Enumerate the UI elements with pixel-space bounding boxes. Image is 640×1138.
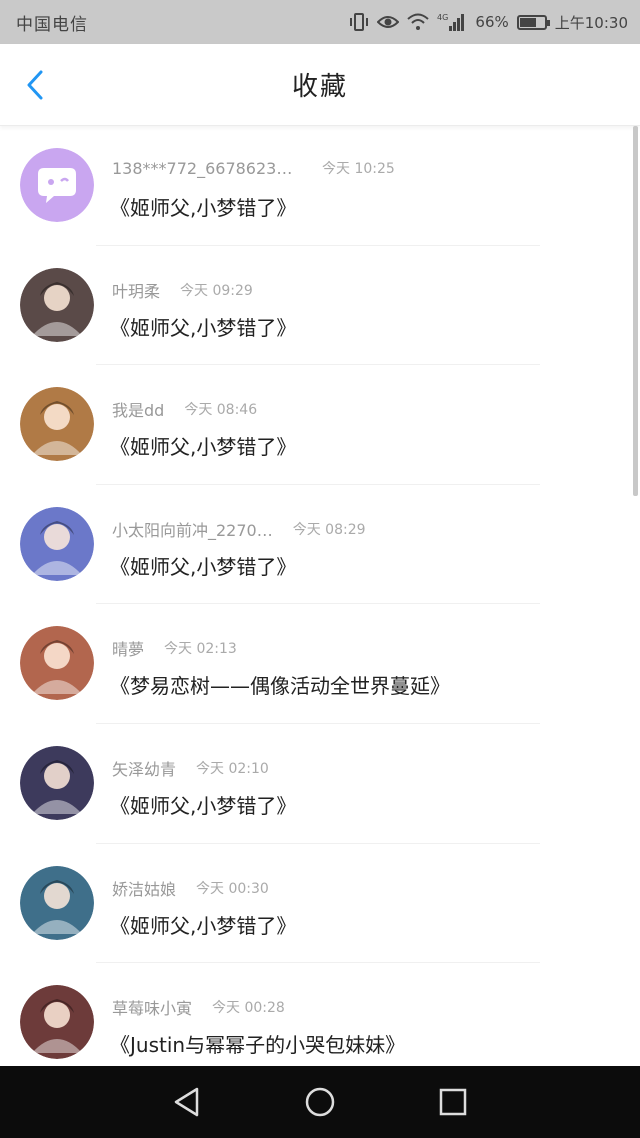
- signal-icon: 4G: [437, 12, 467, 32]
- item-meta: 我是dd 今天 08:46: [112, 397, 257, 421]
- battery-fill: [519, 17, 536, 27]
- eye-icon: [377, 14, 400, 30]
- anime-girl-purple-avatar[interactable]: [20, 506, 94, 581]
- scrollbar[interactable]: [633, 126, 638, 496]
- circle-home-icon: [305, 1087, 335, 1117]
- item-time: 今天 00:30: [196, 880, 269, 897]
- list-item[interactable]: 晴夢 今天 02:13 《梦易恋树——偶像活动全世界蔓延》: [0, 604, 640, 724]
- system-recents-button[interactable]: [433, 1082, 473, 1122]
- item-title: 《姬师父,小梦错了》: [110, 793, 297, 818]
- network-type-label: 4G: [437, 13, 448, 22]
- item-username: 小太阳向前冲_2270…: [112, 520, 273, 540]
- vibrate-icon: [349, 13, 369, 31]
- item-title: 《姬师父,小梦错了》: [110, 554, 297, 579]
- item-username: 草莓味小寅: [112, 999, 193, 1019]
- illustration-avatar[interactable]: [20, 626, 94, 701]
- list-item[interactable]: 矢泽幼青 今天 02:10 《姬师父,小梦错了》: [0, 724, 640, 844]
- item-username: 娇洁姑娘: [112, 879, 177, 899]
- girl-blue-avatar[interactable]: [20, 865, 94, 940]
- item-time: 今天 02:10: [196, 760, 269, 777]
- back-button[interactable]: [20, 70, 50, 100]
- item-time: 今天 10:25: [322, 161, 395, 177]
- item-title: 《姬师父,小梦错了》: [110, 913, 297, 938]
- item-time: 今天 02:13: [164, 641, 237, 658]
- favorites-list: 138***772_6678623762 今天 10:25 《姬师父,小梦错了》…: [0, 126, 640, 1066]
- item-meta: 小太阳向前冲_2270… 今天 08:29: [112, 517, 366, 541]
- item-title: 《Justin与幂幂子的小哭包妹妹》: [110, 1033, 406, 1058]
- list-item[interactable]: 叶玥柔 今天 09:29 《姬师父,小梦错了》: [0, 246, 640, 366]
- puppy-avatar[interactable]: [20, 387, 94, 462]
- clock: 上午10:30: [554, 13, 628, 32]
- triangle-back-icon: [174, 1087, 198, 1117]
- battery-percent: 66%: [475, 13, 509, 31]
- item-username: 138***772_6678623762: [112, 158, 302, 178]
- item-username: 叶玥柔: [112, 281, 161, 301]
- item-time: 今天 08:46: [184, 402, 258, 419]
- anime-girl-avatar[interactable]: [20, 267, 94, 342]
- item-meta: 138***772_6678623762 今天 10:25: [112, 158, 395, 178]
- item-title: 《姬师父,小梦错了》: [110, 196, 297, 220]
- list-item[interactable]: 草莓味小寅 今天 00:28 《Justin与幂幂子的小哭包妹妹》: [0, 963, 640, 1066]
- system-nav-bar: [0, 1066, 640, 1138]
- item-meta: 娇洁姑娘 今天 00:30: [112, 876, 269, 900]
- item-meta: 叶玥柔 今天 09:29: [112, 278, 253, 302]
- page-title: 收藏: [291, 72, 348, 102]
- wifi-icon: [407, 13, 430, 31]
- status-bar: 中国电信 4G 66% 上午10:30: [0, 0, 640, 44]
- item-meta: 草莓味小寅 今天 00:28: [112, 995, 285, 1019]
- boy-photo-avatar[interactable]: [20, 745, 94, 820]
- item-title: 《姬师父,小梦错了》: [110, 315, 297, 340]
- carrier-label: 中国电信: [16, 14, 88, 35]
- chevron-left-icon: [27, 70, 43, 100]
- item-time: 今天 08:29: [292, 521, 366, 538]
- system-home-button[interactable]: [300, 1082, 340, 1122]
- item-title: 《梦易恋树——偶像活动全世界蔓延》: [110, 674, 450, 699]
- item-title: 《姬师父,小梦错了》: [110, 435, 297, 460]
- item-meta: 矢泽幼青 今天 02:10: [112, 756, 269, 780]
- item-username: 矢泽幼青: [112, 759, 177, 779]
- battery-icon: [516, 14, 550, 30]
- status-icons: 4G 66% 上午10:30: [349, 12, 628, 33]
- header-bar: 收藏: [0, 44, 640, 126]
- singer-avatar[interactable]: [20, 985, 94, 1060]
- item-time: 今天 09:29: [180, 282, 253, 299]
- default-chat-avatar[interactable]: [20, 148, 94, 222]
- list-item[interactable]: 小太阳向前冲_2270… 今天 08:29 《姬师父,小梦错了》: [0, 485, 640, 605]
- item-username: 我是dd: [112, 401, 165, 421]
- list-item[interactable]: 娇洁姑娘 今天 00:30 《姬师父,小梦错了》: [0, 844, 640, 964]
- square-recents-icon: [440, 1088, 467, 1116]
- item-meta: 晴夢 今天 02:13: [112, 636, 237, 660]
- list-item[interactable]: 我是dd 今天 08:46 《姬师父,小梦错了》: [0, 365, 640, 485]
- item-username: 晴夢: [112, 640, 145, 660]
- list-item[interactable]: 138***772_6678623762 今天 10:25 《姬师父,小梦错了》: [0, 126, 640, 246]
- item-time: 今天 00:28: [212, 1000, 285, 1017]
- system-back-button[interactable]: [167, 1082, 207, 1122]
